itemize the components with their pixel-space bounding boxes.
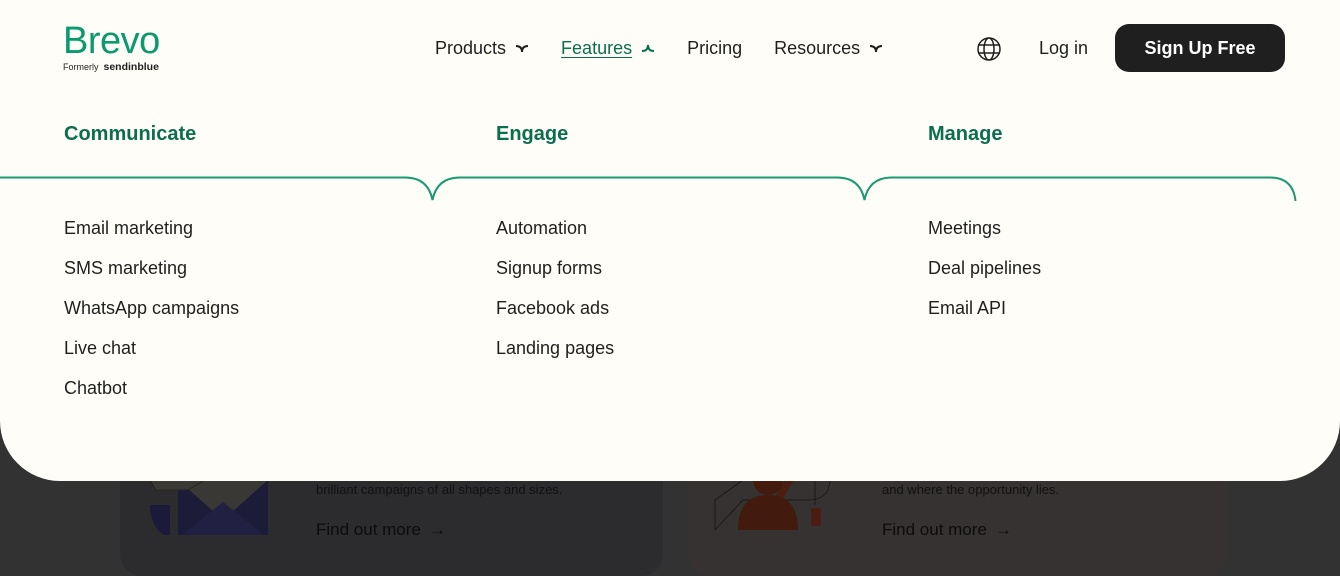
list-item: Deal pipelines <box>928 256 1041 296</box>
chevron-down-icon <box>515 45 529 53</box>
communicate-list: Email marketing SMS marketing WhatsApp c… <box>64 216 239 416</box>
list-item: Chatbot <box>64 376 239 416</box>
column-title-engage: Engage <box>496 123 569 145</box>
list-item: Meetings <box>928 216 1041 256</box>
nav-products[interactable]: Products <box>435 36 529 60</box>
manage-list: Meetings Deal pipelines Email API <box>928 216 1041 336</box>
engage-list: Automation Signup forms Facebook ads Lan… <box>496 216 614 376</box>
chevron-up-icon <box>642 44 655 52</box>
menu-link-chatbot[interactable]: Chatbot <box>64 378 127 398</box>
menu-link-sms-marketing[interactable]: SMS marketing <box>64 258 187 278</box>
section-divider <box>0 176 1297 202</box>
menu-link-facebook-ads[interactable]: Facebook ads <box>496 298 609 318</box>
arrow-right-icon: → <box>428 520 446 539</box>
list-item: Landing pages <box>496 336 614 376</box>
formerly-name: sendinblue <box>103 61 159 73</box>
menu-link-whatsapp-campaigns[interactable]: WhatsApp campaigns <box>64 298 239 318</box>
nav-products-label: Products <box>435 37 507 58</box>
nav-resources[interactable]: Resources <box>774 36 883 60</box>
nav-features-label: Features <box>561 37 633 58</box>
find-out-more-link[interactable]: Find out more → <box>316 520 446 540</box>
formerly-label: Formerly <box>63 62 99 72</box>
card-description: brilliant campaigns of all shapes and si… <box>316 482 563 497</box>
login-link[interactable]: Log in <box>1039 36 1088 60</box>
list-item: Email marketing <box>64 216 239 256</box>
menu-link-email-api[interactable]: Email API <box>928 298 1006 318</box>
find-out-more-link[interactable]: Find out more → <box>882 520 1012 540</box>
menu-link-deal-pipelines[interactable]: Deal pipelines <box>928 258 1041 278</box>
logo-subtitle: Formerly sendinblue <box>63 61 160 73</box>
column-title-communicate: Communicate <box>64 123 197 145</box>
nav-resources-label: Resources <box>774 37 861 58</box>
list-item: Automation <box>496 216 614 256</box>
nav-pricing[interactable]: Pricing <box>687 36 742 60</box>
menu-link-automation[interactable]: Automation <box>496 218 587 238</box>
chevron-down-icon <box>870 45 883 53</box>
globe-icon[interactable] <box>976 36 1002 62</box>
list-item: Facebook ads <box>496 296 614 336</box>
menu-link-email-marketing[interactable]: Email marketing <box>64 218 193 238</box>
sign-up-free-button[interactable]: Sign Up Free <box>1115 24 1285 72</box>
list-item: Live chat <box>64 336 239 376</box>
nav-pricing-label: Pricing <box>687 37 743 58</box>
card-description: and where the opportunity lies. <box>882 482 1060 497</box>
features-mega-menu: Brevo Formerly sendinblue Products Featu… <box>0 0 1340 481</box>
link-label: Find out more <box>882 520 987 539</box>
main-nav: Products Features Pricing Resources <box>435 36 915 60</box>
brevo-logo[interactable]: Brevo Formerly sendinblue <box>63 22 160 73</box>
nav-features[interactable]: Features <box>561 36 655 60</box>
logo-wordmark: Brevo <box>63 20 160 62</box>
list-item: SMS marketing <box>64 256 239 296</box>
menu-link-live-chat[interactable]: Live chat <box>64 338 136 358</box>
arrow-right-icon: → <box>994 520 1012 539</box>
link-label: Find out more <box>316 520 421 539</box>
menu-link-meetings[interactable]: Meetings <box>928 218 1001 238</box>
column-title-manage: Manage <box>928 123 1003 145</box>
list-item: WhatsApp campaigns <box>64 296 239 336</box>
menu-link-signup-forms[interactable]: Signup forms <box>496 258 602 278</box>
site-header: Brevo Formerly sendinblue Products Featu… <box>0 0 1340 95</box>
menu-link-landing-pages[interactable]: Landing pages <box>496 338 614 358</box>
list-item: Email API <box>928 296 1041 336</box>
list-item: Signup forms <box>496 256 614 296</box>
